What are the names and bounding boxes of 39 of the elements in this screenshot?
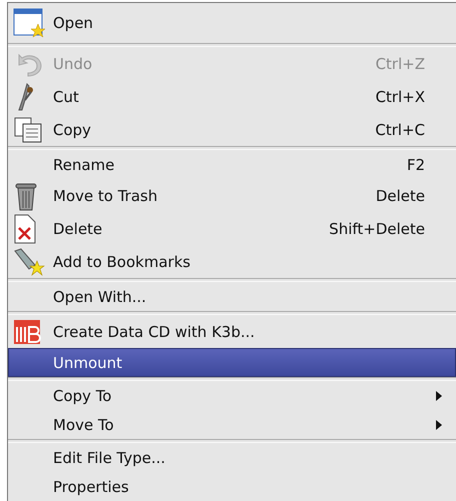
menu-item-label: Undo xyxy=(53,54,94,72)
shortcut-text: Shift+Delete xyxy=(329,220,425,238)
menu-item[interactable]: Add to Bookmarks xyxy=(8,245,456,278)
shortcut-text: Ctrl+X xyxy=(375,88,425,106)
menu-item[interactable]: Open With... xyxy=(8,282,456,311)
menu-item-label: Cut xyxy=(53,88,80,106)
shortcut-text: F2 xyxy=(406,156,425,174)
menu-item-label: Delete xyxy=(53,220,104,238)
menu-item-label: Move To xyxy=(53,416,115,434)
menu-item[interactable]: Copy To xyxy=(8,381,456,410)
shortcut-text: Ctrl+Z xyxy=(375,54,425,72)
menu-item[interactable]: Cut Ctrl+X xyxy=(8,80,456,113)
menu-item[interactable]: Open xyxy=(8,3,456,43)
menu-item[interactable]: Properties xyxy=(8,472,456,501)
menu-item[interactable]: Move To xyxy=(8,410,456,439)
menu-item-label: Open xyxy=(53,14,94,32)
delete-file-icon xyxy=(13,214,37,244)
shortcut-text: Delete xyxy=(376,186,425,204)
window-icon xyxy=(13,7,47,39)
menu-item-label: Add to Bookmarks xyxy=(53,252,192,270)
shortcut-text: Ctrl+C xyxy=(375,120,425,138)
menu-item[interactable]: Copy Ctrl+C xyxy=(8,113,456,146)
k3b-logo-icon xyxy=(13,318,41,344)
menu-item[interactable]: Delete Shift+Delete xyxy=(8,212,456,245)
menu-item-label: Rename xyxy=(53,156,116,174)
menu-item[interactable]: Edit File Type... xyxy=(8,443,456,472)
menu-item-label: Move to Trash xyxy=(53,186,158,204)
menu-item-label: Copy xyxy=(53,120,92,138)
menu-item-label: Properties xyxy=(53,478,130,496)
bookmark-star-icon xyxy=(13,246,45,276)
menu-item-label: Edit File Type... xyxy=(53,448,166,466)
menu-item[interactable]: Create Data CD with K3b... xyxy=(8,315,456,348)
menu-item-label: Open With... xyxy=(53,288,148,306)
menu-item-label: Create Data CD with K3b... xyxy=(53,322,256,340)
menu-item[interactable]: Rename F2 xyxy=(8,150,456,179)
menu-item-label: Copy To xyxy=(53,386,113,404)
menu-item[interactable]: Unmount xyxy=(8,348,456,377)
menu-item[interactable]: Move to Trash Delete xyxy=(8,179,456,212)
menu-item-label: Unmount xyxy=(53,354,124,372)
